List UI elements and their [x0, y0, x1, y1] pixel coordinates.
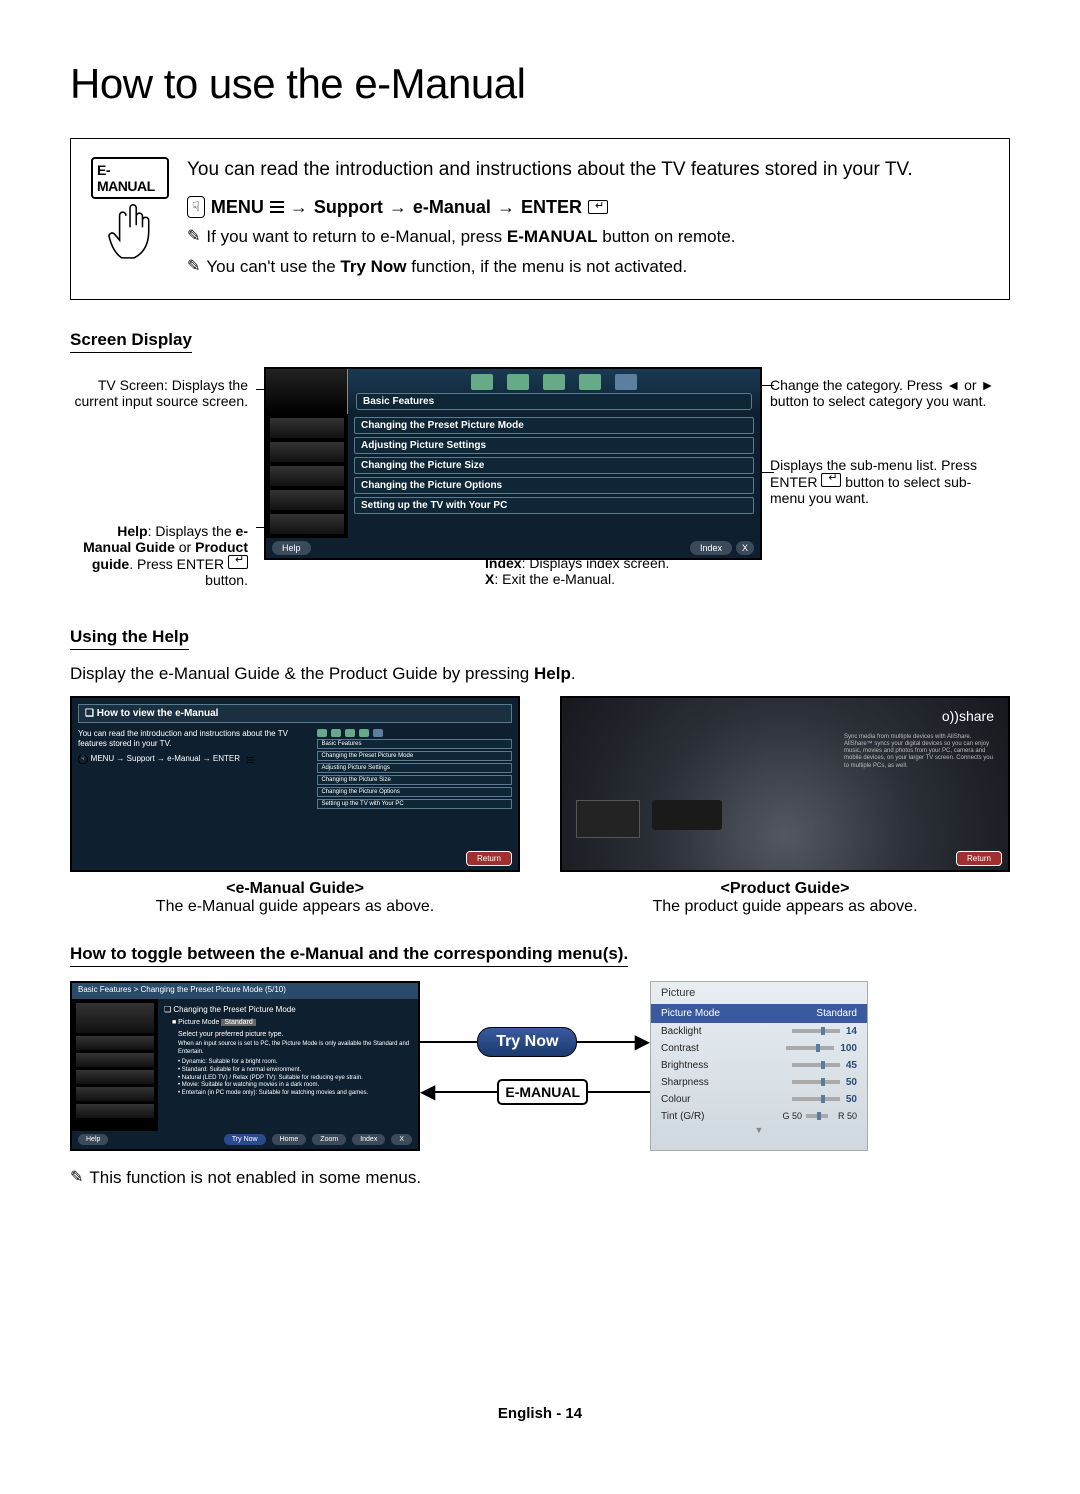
colour-row[interactable]: Colour 50	[651, 1091, 867, 1108]
screen-display-figure: TV Screen: Displays the current input so…	[70, 367, 1010, 597]
thumbs	[266, 414, 348, 538]
note-1: ✎ If you want to return to e-Manual, pre…	[187, 226, 989, 249]
try-now-arrow: Try Now ▶	[420, 1027, 650, 1057]
device-icon	[576, 800, 640, 838]
fig1-caption: The e-Manual guide appears as above.	[156, 898, 434, 915]
callout-help: Help: Displays the e-Manual Guide or Pro…	[70, 523, 260, 588]
emanual-button-label: E-MANUAL	[91, 157, 169, 199]
page-footer: English - 14	[0, 1405, 1080, 1422]
category-icons	[350, 371, 758, 390]
category-label[interactable]: Basic Features	[356, 393, 752, 410]
note-icon: ✎	[187, 256, 200, 279]
callout-category: Change the category. Press ◄ or ► button…	[770, 377, 1000, 409]
emanual-pill: E-MANUAL	[497, 1079, 588, 1105]
enter-icon	[821, 473, 841, 487]
fig2-title: <Product Guide>	[721, 880, 850, 897]
brightness-row[interactable]: Brightness 45	[651, 1057, 867, 1074]
submenu-item[interactable]: Changing the Preset Picture Mode	[354, 417, 754, 434]
intro-description: You can read the introduction and instru…	[187, 157, 989, 183]
remote-button-icon: ☟	[78, 755, 88, 765]
sharpness-row[interactable]: Sharpness 50	[651, 1074, 867, 1091]
tint-row[interactable]: Tint (G/R) G 50R 50	[651, 1108, 867, 1125]
close-button[interactable]: X	[736, 541, 754, 555]
input-source-thumb	[266, 369, 348, 414]
callout-tv-screen: TV Screen: Displays the current input so…	[70, 377, 260, 409]
device-icon	[652, 800, 722, 830]
return-button[interactable]: Return	[956, 851, 1002, 866]
index-button[interactable]: Index	[352, 1134, 385, 1145]
index-button[interactable]: Index	[690, 541, 732, 555]
page-title: How to use the e-Manual	[70, 60, 1010, 108]
try-now-pill: Try Now	[477, 1027, 577, 1057]
product-guide-figure: o))share Sync media from multiple device…	[560, 696, 1010, 916]
fig1-title: <e-Manual Guide>	[226, 880, 364, 897]
note-icon: ✎	[70, 1167, 83, 1190]
submenu-item[interactable]: Changing the Picture Options	[354, 477, 754, 494]
emanual-arrow: ◀ E-MANUAL	[420, 1079, 650, 1105]
arrow-left-icon: ◀	[420, 1087, 435, 1097]
help-figures: ❏ How to view the e-Manual You can read …	[70, 696, 1010, 916]
picture-menu: Picture Picture ModeStandard Backlight 1…	[650, 981, 868, 1151]
return-button[interactable]: Return	[466, 851, 512, 866]
submenu-item[interactable]: Adjusting Picture Settings	[354, 437, 754, 454]
breadcrumb: Basic Features > Changing the Preset Pic…	[72, 983, 418, 999]
enter-icon	[228, 555, 248, 569]
toggle-arrows: Try Now ▶ ◀ E-MANUAL	[420, 1027, 650, 1105]
scroll-down-icon[interactable]: ▼	[651, 1125, 867, 1135]
callout-submenu: Displays the sub-menu list. Press ENTER …	[770, 457, 1000, 506]
picture-menu-title: Picture	[651, 982, 867, 1004]
emanual-guide-figure: ❏ How to view the e-Manual You can read …	[70, 696, 520, 916]
fig2-caption: The product guide appears as above.	[652, 898, 917, 915]
intro-box: E-MANUAL You can read the introduction a…	[70, 138, 1010, 300]
help-button[interactable]: Help	[78, 1134, 108, 1145]
using-help-text: Display the e-Manual Guide & the Product…	[70, 664, 1010, 684]
submenu-item[interactable]: Setting up the TV with Your PC	[354, 497, 754, 514]
toggle-heading: How to toggle between the e-Manual and t…	[70, 944, 628, 967]
hand-pointing-icon	[104, 203, 156, 267]
picture-mode-row[interactable]: Picture ModeStandard	[651, 1004, 867, 1023]
backlight-row[interactable]: Backlight 14	[651, 1023, 867, 1040]
note-2: ✎ You can't use the Try Now function, if…	[187, 256, 989, 279]
arrow-right-icon: ▶	[635, 1037, 650, 1047]
try-now-button[interactable]: Try Now	[224, 1134, 266, 1145]
enter-icon	[588, 200, 608, 214]
menu-bars-icon	[270, 201, 284, 213]
submenu-list: Changing the Preset Picture Mode Adjusti…	[348, 414, 760, 538]
screen-display-heading: Screen Display	[70, 330, 192, 353]
toggle-figure: Basic Features > Changing the Preset Pic…	[70, 981, 1010, 1151]
emanual-screen: Basic Features > Changing the Preset Pic…	[70, 981, 420, 1151]
allshare-logo: o))share	[942, 708, 994, 724]
home-button[interactable]: Home	[272, 1134, 307, 1145]
remote-button-icon: ☟	[187, 196, 205, 218]
zoom-button[interactable]: Zoom	[312, 1134, 346, 1145]
submenu-item[interactable]: Changing the Picture Size	[354, 457, 754, 474]
product-blurb: Sync media from multiple devices with Al…	[844, 734, 994, 770]
note-icon: ✎	[187, 226, 200, 249]
menu-navigation-path: ☟ MENU → Support → e-Manual → ENTER	[187, 195, 989, 219]
help-button[interactable]: Help	[272, 541, 311, 555]
using-help-heading: Using the Help	[70, 627, 189, 650]
contrast-row[interactable]: Contrast 100	[651, 1040, 867, 1057]
emanual-remote-icon: E-MANUAL	[91, 157, 169, 279]
emg-title: ❏ How to view the e-Manual	[78, 704, 512, 723]
tv-screen-mock: Basic Features Changing the Preset Pictu…	[264, 367, 762, 560]
final-note: ✎ This function is not enabled in some m…	[70, 1167, 1010, 1190]
intro-text-block: You can read the introduction and instru…	[187, 157, 989, 279]
close-button[interactable]: X	[391, 1134, 412, 1145]
